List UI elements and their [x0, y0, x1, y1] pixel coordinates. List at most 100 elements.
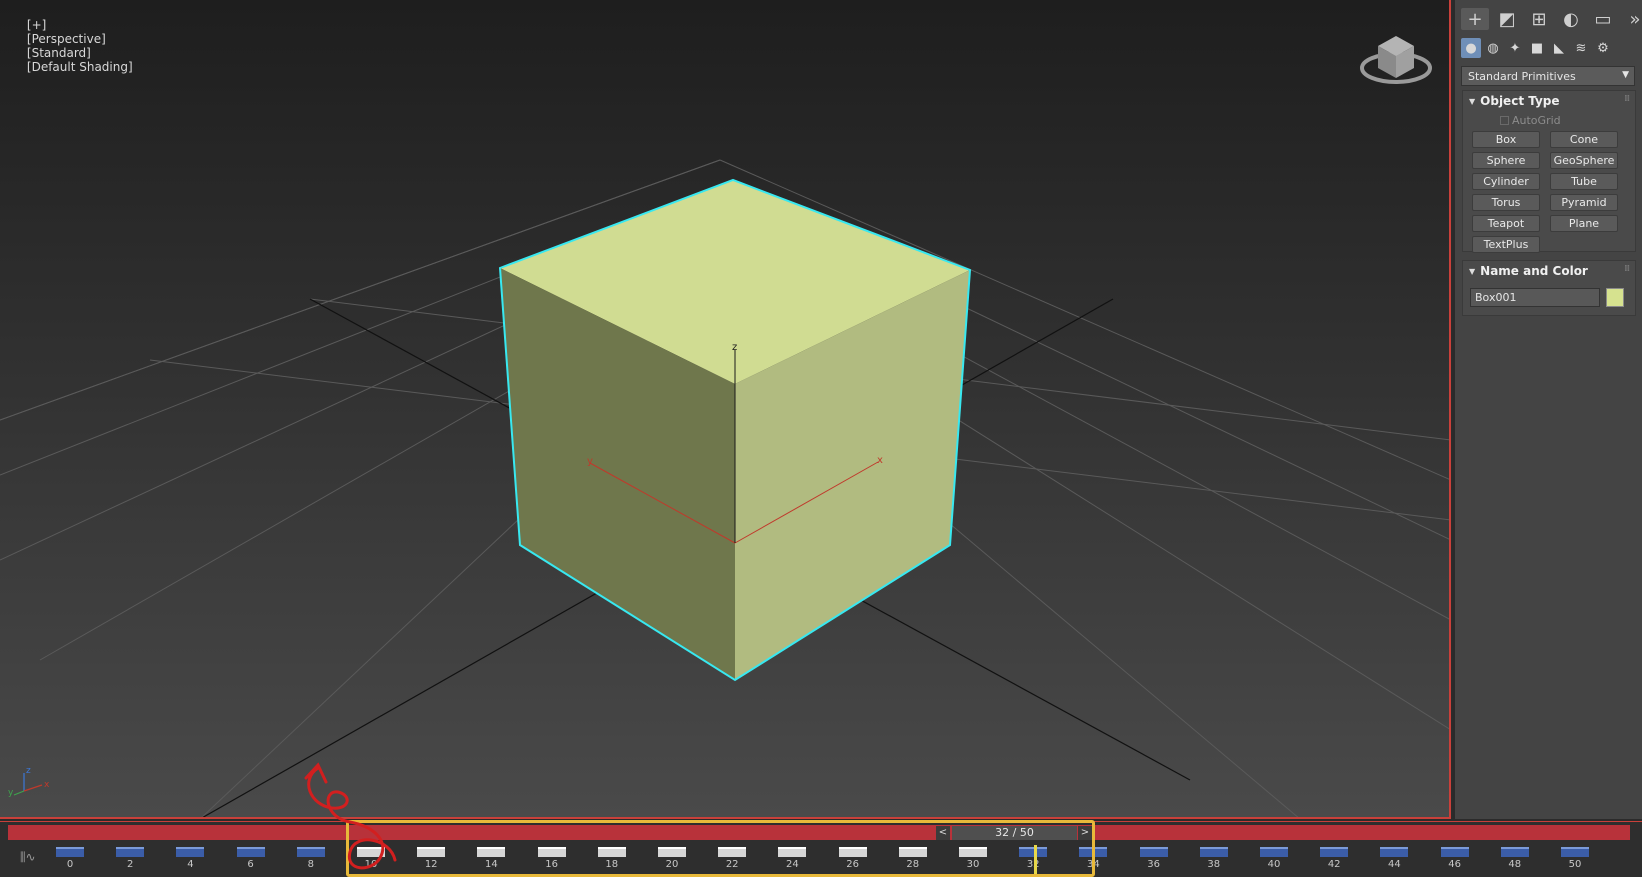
- viewport-pov-menu[interactable]: [Perspective]: [27, 32, 106, 46]
- track-bar-key[interactable]: [1079, 847, 1108, 857]
- object-type-header[interactable]: ▼ Object Type ⁞⁞: [1463, 91, 1635, 111]
- sphere-button[interactable]: Sphere: [1472, 152, 1540, 169]
- collapse-triangle-icon: ▼: [1469, 97, 1476, 106]
- mini-curve-editor-icon[interactable]: ⫼∿: [20, 850, 36, 865]
- track-bar-tick-label: 48: [1508, 859, 1522, 870]
- geometry-icon[interactable]: ●: [1461, 38, 1481, 58]
- track-bar[interactable]: [55, 845, 1610, 875]
- track-bar-key[interactable]: [1561, 847, 1589, 857]
- time-slider-thumb[interactable]: 32 / 50: [952, 826, 1077, 840]
- helpers-icon[interactable]: ◣: [1549, 38, 1569, 58]
- track-bar-key[interactable]: [116, 847, 145, 857]
- track-bar-key[interactable]: [1199, 847, 1228, 857]
- hierarchy-tab-icon[interactable]: ⊞: [1525, 8, 1553, 30]
- object-color-swatch[interactable]: [1606, 288, 1624, 307]
- cameras-icon[interactable]: ■: [1527, 38, 1547, 58]
- collapse-triangle-icon: ▼: [1469, 267, 1476, 276]
- track-bar-tick-label: 0: [66, 859, 74, 870]
- track-bar-tick-label: 16: [545, 859, 558, 870]
- primitive-type-dropdown[interactable]: Standard Primitives ▼: [1461, 66, 1635, 86]
- track-bar-key[interactable]: [718, 847, 747, 857]
- viewport-general-menu[interactable]: [+]: [27, 18, 46, 32]
- shapes-icon[interactable]: ◍: [1483, 38, 1503, 58]
- checkbox-icon: [1500, 116, 1509, 125]
- track-bar-key[interactable]: [1320, 847, 1349, 857]
- track-bar-key[interactable]: [1500, 847, 1529, 857]
- track-bar-key[interactable]: [417, 847, 446, 857]
- command-panel-tabs: + ◩ ⊞ ◐ ▭ »: [1461, 8, 1642, 30]
- cylinder-button[interactable]: Cylinder: [1472, 173, 1540, 190]
- perspective-viewport[interactable]: x y z [+] [Perspective] [Standard] [Defa…: [0, 0, 1451, 819]
- track-bar-tick-label: 40: [1267, 859, 1281, 870]
- track-bar-key[interactable]: [537, 847, 566, 857]
- create-tab-icon[interactable]: +: [1461, 8, 1489, 30]
- svg-text:x: x: [44, 780, 50, 790]
- viewport-shading-menu[interactable]: [Default Shading]: [27, 60, 133, 74]
- utilities-tab-icon[interactable]: »: [1621, 8, 1642, 30]
- svg-text:y: y: [8, 788, 14, 798]
- pyramid-button[interactable]: Pyramid: [1550, 194, 1618, 211]
- track-bar-key[interactable]: [597, 847, 626, 857]
- track-bar-key[interactable]: [658, 847, 686, 857]
- autogrid-checkbox[interactable]: AutoGrid: [1500, 114, 1561, 127]
- lights-icon[interactable]: ✦: [1505, 38, 1525, 58]
- systems-icon[interactable]: ⚙: [1593, 38, 1613, 58]
- object-name-field[interactable]: Box001: [1470, 288, 1600, 307]
- cone-button[interactable]: Cone: [1550, 131, 1618, 148]
- track-bar-tick-label: 26: [846, 859, 859, 870]
- time-slider-next-button[interactable]: >: [1078, 826, 1092, 840]
- track-bar-tick-label: 4: [187, 859, 194, 870]
- textplus-button[interactable]: TextPlus: [1472, 236, 1540, 253]
- track-bar-tick-label: 6: [247, 859, 254, 870]
- time-slider-track[interactable]: [8, 825, 1630, 840]
- track-bar-key[interactable]: [357, 847, 385, 857]
- track-bar-key[interactable]: [176, 847, 205, 857]
- teapot-button[interactable]: Teapot: [1472, 215, 1540, 232]
- track-bar-key[interactable]: [236, 847, 265, 857]
- track-bar-tick-label: 18: [605, 859, 619, 870]
- track-bar-tick-label: 24: [786, 859, 799, 870]
- box-button[interactable]: Box: [1472, 131, 1540, 148]
- torus-button[interactable]: Torus: [1472, 194, 1540, 211]
- tube-button[interactable]: Tube: [1550, 173, 1618, 190]
- track-bar-tick-label: 38: [1207, 859, 1221, 870]
- track-bar-key[interactable]: [1440, 847, 1469, 857]
- motion-tab-icon[interactable]: ◐: [1557, 8, 1585, 30]
- display-tab-icon[interactable]: ▭: [1589, 8, 1617, 30]
- grip-icon[interactable]: ⁞⁞: [1624, 94, 1630, 104]
- create-category-row: ● ◍ ✦ ■ ◣ ≋ ⚙: [1461, 38, 1613, 58]
- track-bar-tick-label: 36: [1147, 859, 1160, 870]
- viewport-label-menu: [+] [Perspective] [Standard] [Default Sh…: [4, 4, 133, 88]
- space-warps-icon[interactable]: ≋: [1571, 38, 1591, 58]
- viewcube-icon[interactable]: [1356, 28, 1436, 94]
- track-bar-key[interactable]: [778, 847, 807, 857]
- svg-text:z: z: [26, 766, 31, 776]
- track-bar-key[interactable]: [296, 847, 325, 857]
- track-bar-tick-label: 46: [1448, 859, 1461, 870]
- track-bar-key[interactable]: [477, 847, 506, 857]
- track-bar-key[interactable]: [1380, 847, 1409, 857]
- grip-icon[interactable]: ⁞⁞: [1624, 264, 1630, 274]
- track-bar-key[interactable]: [898, 847, 927, 857]
- track-bar-key[interactable]: [959, 847, 987, 857]
- geosphere-button[interactable]: GeoSphere: [1550, 152, 1618, 169]
- time-slider-prev-button[interactable]: <: [936, 826, 950, 840]
- track-bar-tick-label: 30: [966, 859, 980, 870]
- modify-tab-icon[interactable]: ◩: [1493, 8, 1521, 30]
- gizmo-x-label: x: [877, 455, 883, 466]
- track-bar-key[interactable]: [56, 847, 84, 857]
- track-bar-tick-label: 12: [424, 859, 438, 870]
- track-bar-tick-label: 44: [1388, 859, 1401, 870]
- track-bar-tick-label: 42: [1327, 859, 1341, 870]
- track-bar-tick-label: 22: [725, 859, 739, 870]
- plane-button[interactable]: Plane: [1550, 215, 1618, 232]
- track-bar-tick-label: 8: [307, 859, 314, 870]
- track-bar-key[interactable]: [838, 847, 867, 857]
- axis-tripod-icon: z x y: [8, 766, 50, 798]
- track-bar-key[interactable]: [1139, 847, 1168, 857]
- dropdown-value: Standard Primitives: [1468, 70, 1576, 83]
- track-bar-key[interactable]: [1260, 847, 1288, 857]
- name-and-color-header[interactable]: ▼ Name and Color ⁞⁞: [1463, 261, 1635, 281]
- track-bar-tick-label: 20: [665, 859, 679, 870]
- viewport-standard-menu[interactable]: [Standard]: [27, 46, 91, 60]
